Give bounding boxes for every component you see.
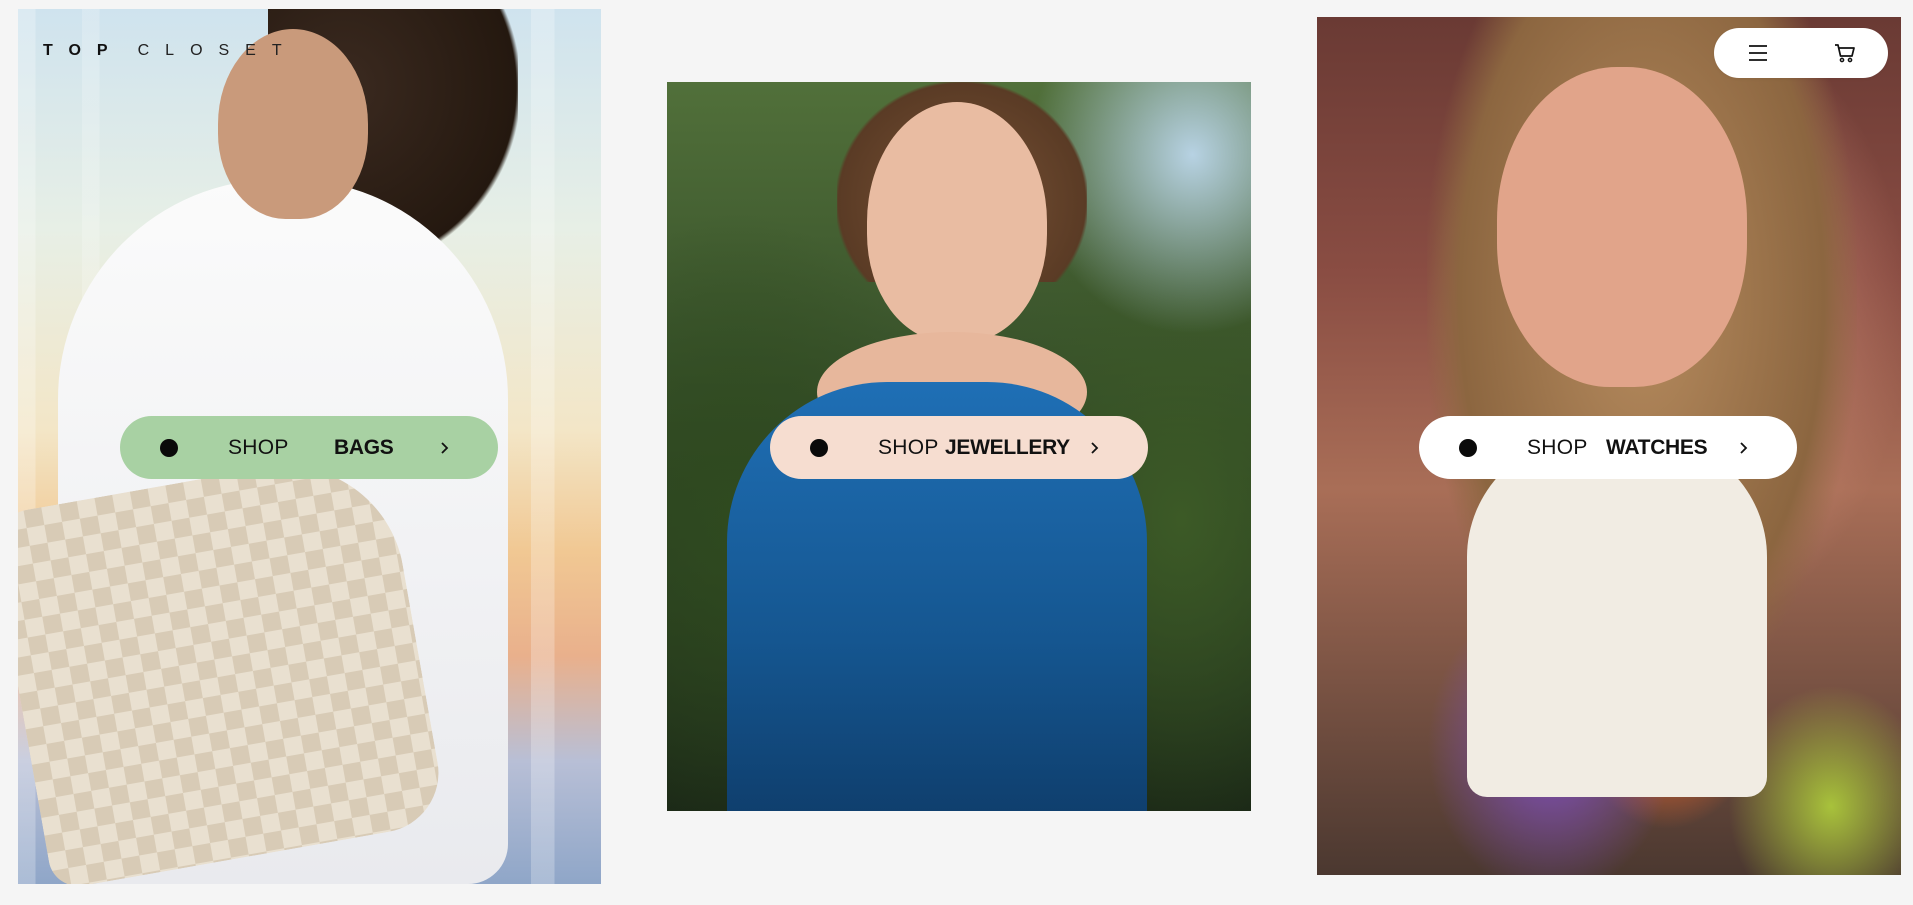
logo-top-text: TOP: [43, 42, 124, 59]
category-label: JEWELLERY: [945, 436, 1070, 459]
dot-icon: [810, 439, 828, 457]
shop-label: SHOP: [878, 436, 939, 459]
shop-label: SHOP: [1527, 436, 1588, 459]
model-white-top: [1467, 437, 1767, 797]
chevron-right-icon: [434, 438, 454, 458]
logo-closet-text: CLOSET: [137, 42, 298, 59]
model-face: [1497, 67, 1747, 387]
dot-icon: [1459, 439, 1477, 457]
shop-jewellery-button[interactable]: SHOP JEWELLERY: [770, 416, 1148, 479]
shop-label: SHOP: [228, 436, 289, 459]
shop-watches-button[interactable]: SHOP WATCHES: [1419, 416, 1797, 479]
chevron-right-icon: [1733, 438, 1753, 458]
chevron-right-icon: [1084, 438, 1104, 458]
header-nav-pill: [1714, 28, 1888, 78]
brand-logo[interactable]: TOP CLOSET: [43, 42, 298, 60]
dot-icon: [160, 439, 178, 457]
menu-icon[interactable]: [1744, 39, 1772, 67]
landing-page: TOP CLOSET SHOP BAGS SHOP JEWELLERY SHOP…: [0, 0, 1913, 905]
category-label: WATCHES: [1606, 436, 1708, 459]
shop-bags-button[interactable]: SHOP BAGS: [120, 416, 498, 479]
category-label: BAGS: [334, 436, 394, 459]
cart-icon[interactable]: [1831, 39, 1859, 67]
model-head: [867, 102, 1047, 342]
